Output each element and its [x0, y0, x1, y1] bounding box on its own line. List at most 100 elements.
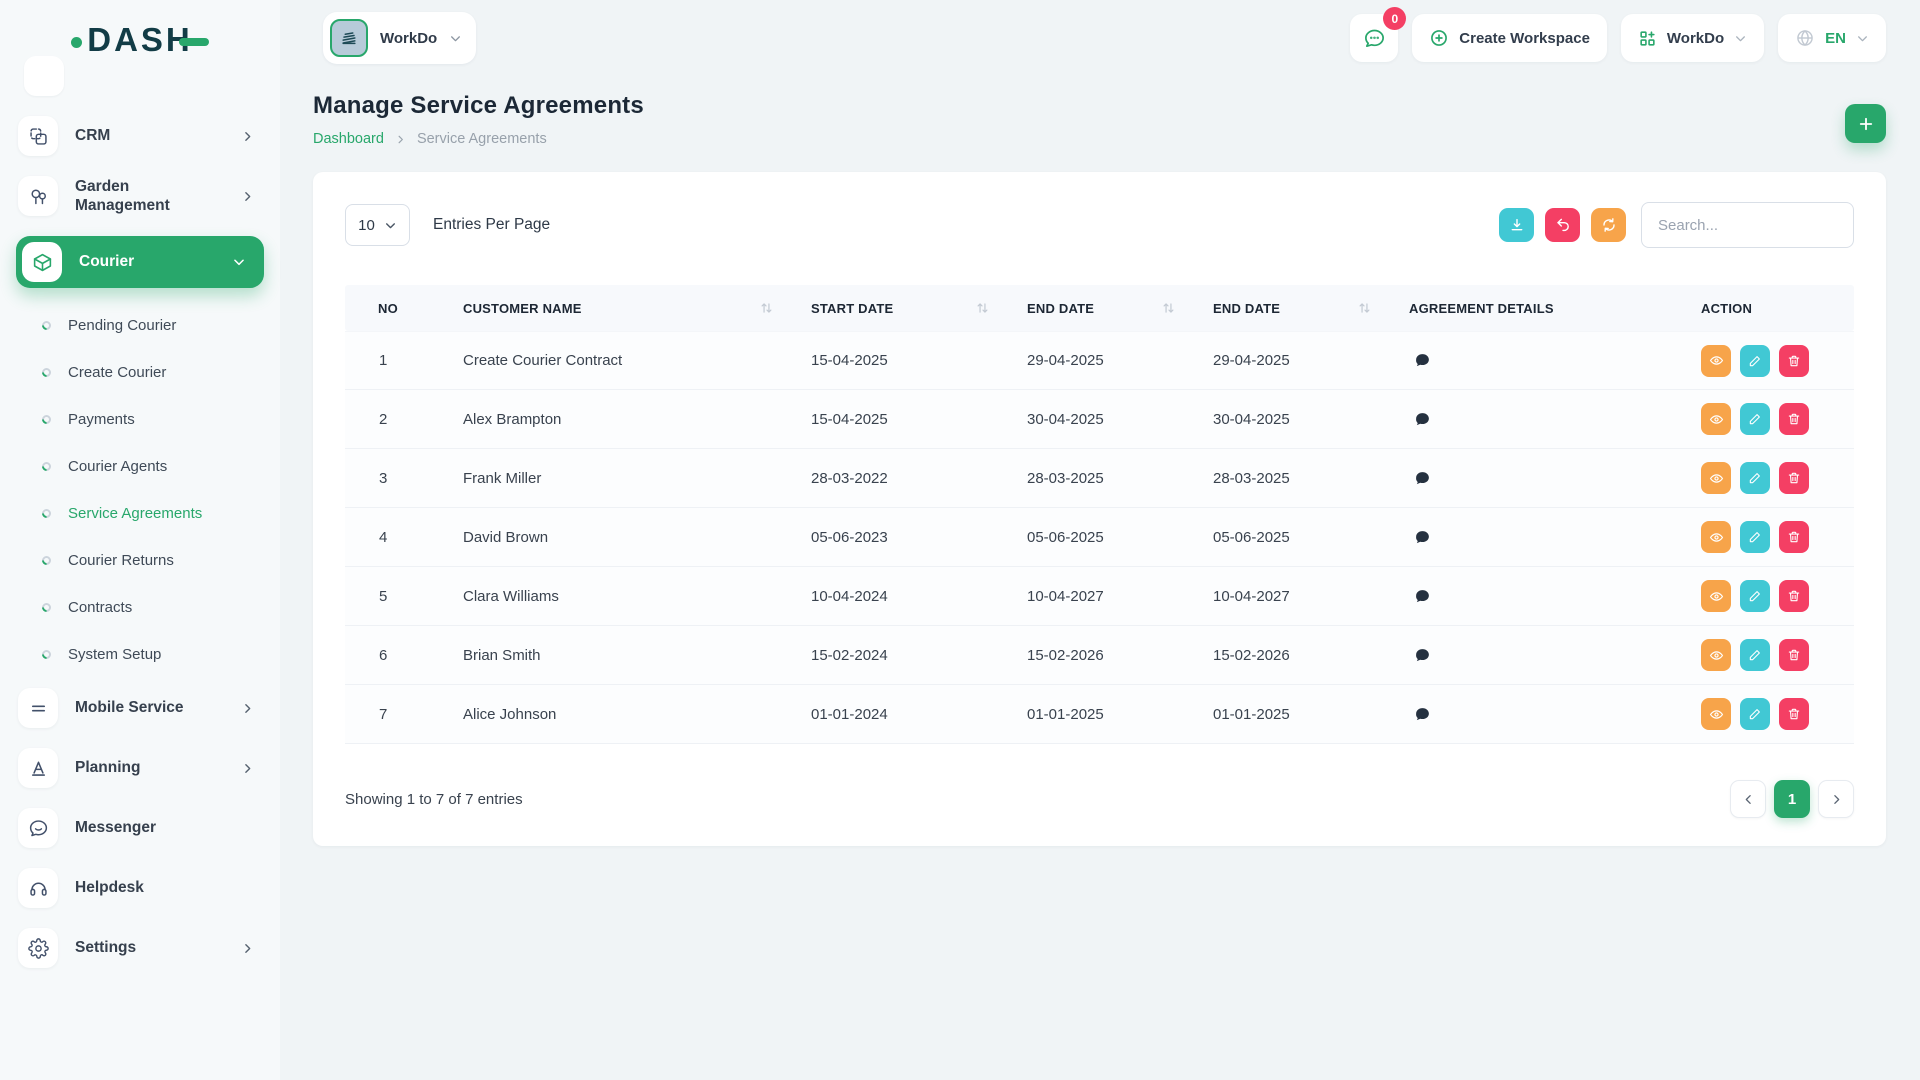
- table-row: 4 David Brown 05-06-2023 05-06-2025 05-0…: [345, 508, 1854, 567]
- edit-button[interactable]: [1740, 403, 1770, 435]
- delete-button[interactable]: [1779, 345, 1809, 377]
- sidebar-item-messenger[interactable]: Messenger: [18, 808, 262, 848]
- entries-per-page-select[interactable]: 10: [345, 204, 410, 246]
- agreement-details-icon[interactable]: [1387, 706, 1679, 723]
- agreement-details-icon[interactable]: [1387, 588, 1679, 605]
- logo-dash-icon: [179, 38, 209, 46]
- delete-button[interactable]: [1779, 580, 1809, 612]
- column-header-start-date[interactable]: START DATE: [789, 285, 1005, 331]
- sidebar-item-service-agreements[interactable]: Service Agreements: [16, 490, 264, 537]
- bullet-icon: [40, 554, 53, 567]
- column-header-customer-name[interactable]: CUSTOMER NAME: [441, 285, 789, 331]
- language-selector[interactable]: EN: [1778, 14, 1886, 62]
- sidebar-item-settings[interactable]: Settings: [18, 928, 262, 968]
- sort-icon[interactable]: [760, 302, 773, 314]
- cell-no: 5: [345, 588, 441, 605]
- cell-end-date: 01-01-2025: [1005, 706, 1191, 723]
- sidebar-item-mobile-service[interactable]: Mobile Service: [18, 688, 262, 728]
- edit-button[interactable]: [1740, 462, 1770, 494]
- sort-icon[interactable]: [976, 302, 989, 314]
- view-button[interactable]: [1701, 521, 1731, 553]
- sidebar: DASH CRM Garden Management Courier: [0, 0, 280, 1080]
- edit-button[interactable]: [1740, 639, 1770, 671]
- agreement-details-icon[interactable]: [1387, 647, 1679, 664]
- sidebar-item-label: Courier Returns: [68, 552, 174, 569]
- agreement-details-icon[interactable]: [1387, 470, 1679, 487]
- delete-button[interactable]: [1779, 403, 1809, 435]
- bullet-icon: [40, 366, 53, 379]
- edit-button[interactable]: [1740, 698, 1770, 730]
- garden-icon: [18, 176, 58, 216]
- delete-button[interactable]: [1779, 462, 1809, 494]
- sidebar-item-courier-agents[interactable]: Courier Agents: [16, 443, 264, 490]
- sidebar-item-label: Garden Management: [75, 177, 224, 216]
- column-header-end-date-2[interactable]: END DATE: [1191, 285, 1387, 331]
- sidebar-item-pending-courier[interactable]: Pending Courier: [16, 302, 264, 349]
- agreement-details-icon[interactable]: [1387, 529, 1679, 546]
- crm-icon: [18, 116, 58, 156]
- sidebar-item-create-courier[interactable]: Create Courier: [16, 349, 264, 396]
- delete-button[interactable]: [1779, 639, 1809, 671]
- next-page-button[interactable]: [1818, 780, 1854, 818]
- sidebar-item-planning[interactable]: Planning: [18, 748, 262, 788]
- app-menu-button[interactable]: WorkDo: [1621, 14, 1764, 62]
- sidebar-item-courier-returns[interactable]: Courier Returns: [16, 537, 264, 584]
- view-button[interactable]: [1701, 639, 1731, 671]
- cell-no: 2: [345, 411, 441, 428]
- gear-icon: [18, 928, 58, 968]
- cell-start-date: 15-04-2025: [789, 352, 1005, 369]
- agreement-details-icon[interactable]: [1387, 352, 1679, 369]
- table-row: 6 Brian Smith 15-02-2024 15-02-2026 15-0…: [345, 626, 1854, 685]
- edit-button[interactable]: [1740, 580, 1770, 612]
- messages-button[interactable]: 0: [1350, 14, 1398, 62]
- agreement-details-icon[interactable]: [1387, 411, 1679, 428]
- column-header-end-date[interactable]: END DATE: [1005, 285, 1191, 331]
- delete-button[interactable]: [1779, 698, 1809, 730]
- view-button[interactable]: [1701, 462, 1731, 494]
- sidebar-item-garden-management[interactable]: Garden Management: [18, 176, 262, 216]
- delete-button[interactable]: [1779, 521, 1809, 553]
- sidebar-item-helpdesk[interactable]: Helpdesk: [18, 868, 262, 908]
- edit-button[interactable]: [1740, 521, 1770, 553]
- reset-button[interactable]: [1545, 208, 1580, 242]
- sidebar-item-payments[interactable]: Payments: [16, 396, 264, 443]
- create-workspace-button[interactable]: Create Workspace: [1412, 14, 1607, 62]
- cell-customer-name: David Brown: [441, 529, 789, 546]
- chevron-right-icon: [1830, 793, 1843, 806]
- table-row: 7 Alice Johnson 01-01-2024 01-01-2025 01…: [345, 685, 1854, 744]
- sort-icon[interactable]: [1358, 302, 1371, 314]
- view-button[interactable]: [1701, 345, 1731, 377]
- view-button[interactable]: [1701, 580, 1731, 612]
- search-input[interactable]: [1641, 202, 1854, 248]
- sidebar-item-partial-icon: [24, 56, 64, 96]
- globe-icon: [1795, 28, 1815, 48]
- eye-icon: [1709, 530, 1724, 545]
- edit-button[interactable]: [1740, 345, 1770, 377]
- breadcrumb-current: Service Agreements: [417, 131, 547, 147]
- sidebar-item-system-setup[interactable]: System Setup: [16, 631, 264, 678]
- download-icon: [1509, 217, 1525, 233]
- sidebar-item-label: Contracts: [68, 599, 132, 616]
- chevron-right-icon: [241, 190, 254, 203]
- view-button[interactable]: [1701, 698, 1731, 730]
- grid-plus-icon: [1638, 29, 1657, 48]
- plus-circle-icon: [1429, 28, 1449, 48]
- breadcrumb-dashboard-link[interactable]: Dashboard: [313, 131, 384, 147]
- cell-end-date: 28-03-2025: [1005, 470, 1191, 487]
- table-actions: [1488, 202, 1854, 248]
- refresh-button[interactable]: [1591, 208, 1626, 242]
- view-button[interactable]: [1701, 403, 1731, 435]
- export-button[interactable]: [1499, 208, 1534, 242]
- sort-icon[interactable]: [1162, 302, 1175, 314]
- pencil-icon: [1748, 471, 1762, 485]
- page-1-button[interactable]: 1: [1774, 780, 1810, 818]
- add-agreement-button[interactable]: [1845, 104, 1886, 143]
- agreements-table: NO CUSTOMER NAME START DATE END DATE END…: [345, 285, 1854, 744]
- sidebar-item-courier[interactable]: Courier: [16, 236, 264, 288]
- cell-no: 3: [345, 470, 441, 487]
- sidebar-item-crm[interactable]: CRM: [18, 116, 262, 156]
- workspace-switcher[interactable]: WorkDo: [323, 12, 476, 64]
- prev-page-button[interactable]: [1730, 780, 1766, 818]
- sidebar-item-contracts[interactable]: Contracts: [16, 584, 264, 631]
- row-actions: [1679, 403, 1854, 435]
